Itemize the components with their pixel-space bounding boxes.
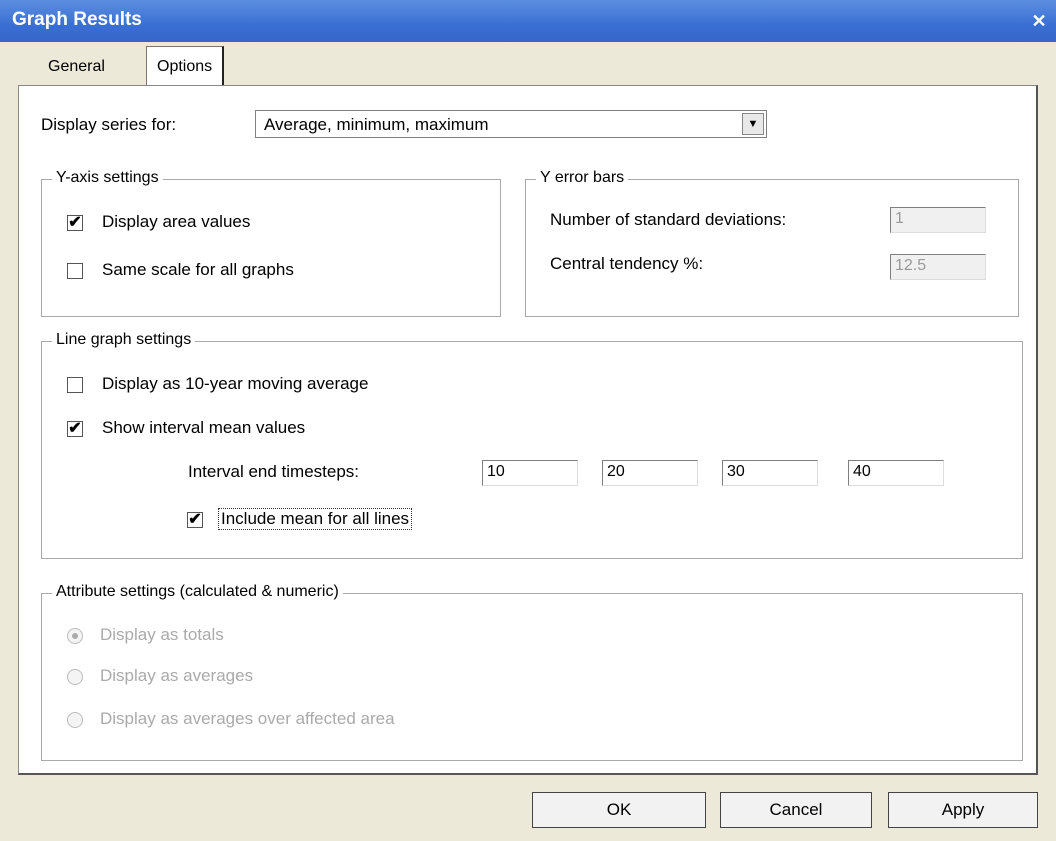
interval-mean-checkbox[interactable]: ✔: [67, 421, 83, 437]
interval-end-field-2[interactable]: 20: [602, 460, 698, 486]
display-as-totals-label: Display as totals: [100, 625, 224, 644]
y-axis-settings-legend: Y-axis settings: [52, 169, 163, 187]
include-mean-checkbox[interactable]: ✔: [187, 512, 203, 528]
display-series-select[interactable]: Average, minimum, maximum ▼: [255, 110, 767, 138]
chevron-down-icon[interactable]: ▼: [742, 113, 764, 135]
interval-end-field-3[interactable]: 30: [722, 460, 818, 486]
display-series-value: Average, minimum, maximum: [264, 115, 489, 134]
moving-average-checkbox[interactable]: [67, 377, 83, 393]
attribute-settings-group: Attribute settings (calculated & numeric…: [41, 583, 1023, 761]
window-title: Graph Results: [12, 9, 142, 30]
display-series-label: Display series for:: [41, 115, 177, 134]
std-dev-field[interactable]: 1: [890, 207, 986, 233]
tab-strip: General Options: [18, 46, 1038, 87]
same-scale-checkbox[interactable]: [67, 263, 83, 279]
std-dev-label: Number of standard deviations:: [550, 210, 787, 229]
moving-average-label: Display as 10-year moving average: [102, 374, 369, 393]
title-bar: Graph Results ✕: [0, 0, 1056, 42]
y-error-bars-legend: Y error bars: [536, 169, 629, 187]
attribute-settings-legend: Attribute settings (calculated & numeric…: [52, 583, 343, 601]
display-as-averages-radio[interactable]: [67, 669, 83, 685]
y-axis-settings-group: Y-axis settings ✔ Display area values Sa…: [41, 169, 501, 317]
display-averages-affected-label: Display as averages over affected area: [100, 709, 395, 728]
interval-mean-label: Show interval mean values: [102, 418, 306, 437]
cancel-button[interactable]: Cancel: [720, 792, 872, 828]
line-graph-settings-group: Line graph settings Display as 10-year m…: [41, 331, 1023, 559]
include-mean-label: Include mean for all lines: [218, 508, 413, 530]
tab-options[interactable]: Options: [146, 46, 225, 87]
apply-button[interactable]: Apply: [888, 792, 1038, 828]
display-averages-affected-radio[interactable]: [67, 712, 83, 728]
tab-general[interactable]: General: [38, 50, 115, 84]
same-scale-label: Same scale for all graphs: [102, 260, 294, 279]
ok-button[interactable]: OK: [532, 792, 706, 828]
close-icon[interactable]: ✕: [1028, 10, 1050, 32]
display-as-averages-label: Display as averages: [100, 666, 254, 685]
display-as-totals-radio[interactable]: [67, 628, 83, 644]
interval-end-field-1[interactable]: 10: [482, 460, 578, 486]
options-panel: Display series for: Average, minimum, ma…: [18, 85, 1038, 775]
central-tendency-label: Central tendency %:: [550, 254, 704, 273]
display-area-values-checkbox[interactable]: ✔: [67, 215, 83, 231]
line-graph-settings-legend: Line graph settings: [52, 331, 196, 349]
display-area-values-label: Display area values: [102, 212, 251, 231]
interval-end-label: Interval end timesteps:: [188, 462, 360, 481]
y-error-bars-group: Y error bars Number of standard deviatio…: [525, 169, 1019, 317]
central-tendency-field[interactable]: 12.5: [890, 254, 986, 280]
interval-end-field-4[interactable]: 40: [848, 460, 944, 486]
